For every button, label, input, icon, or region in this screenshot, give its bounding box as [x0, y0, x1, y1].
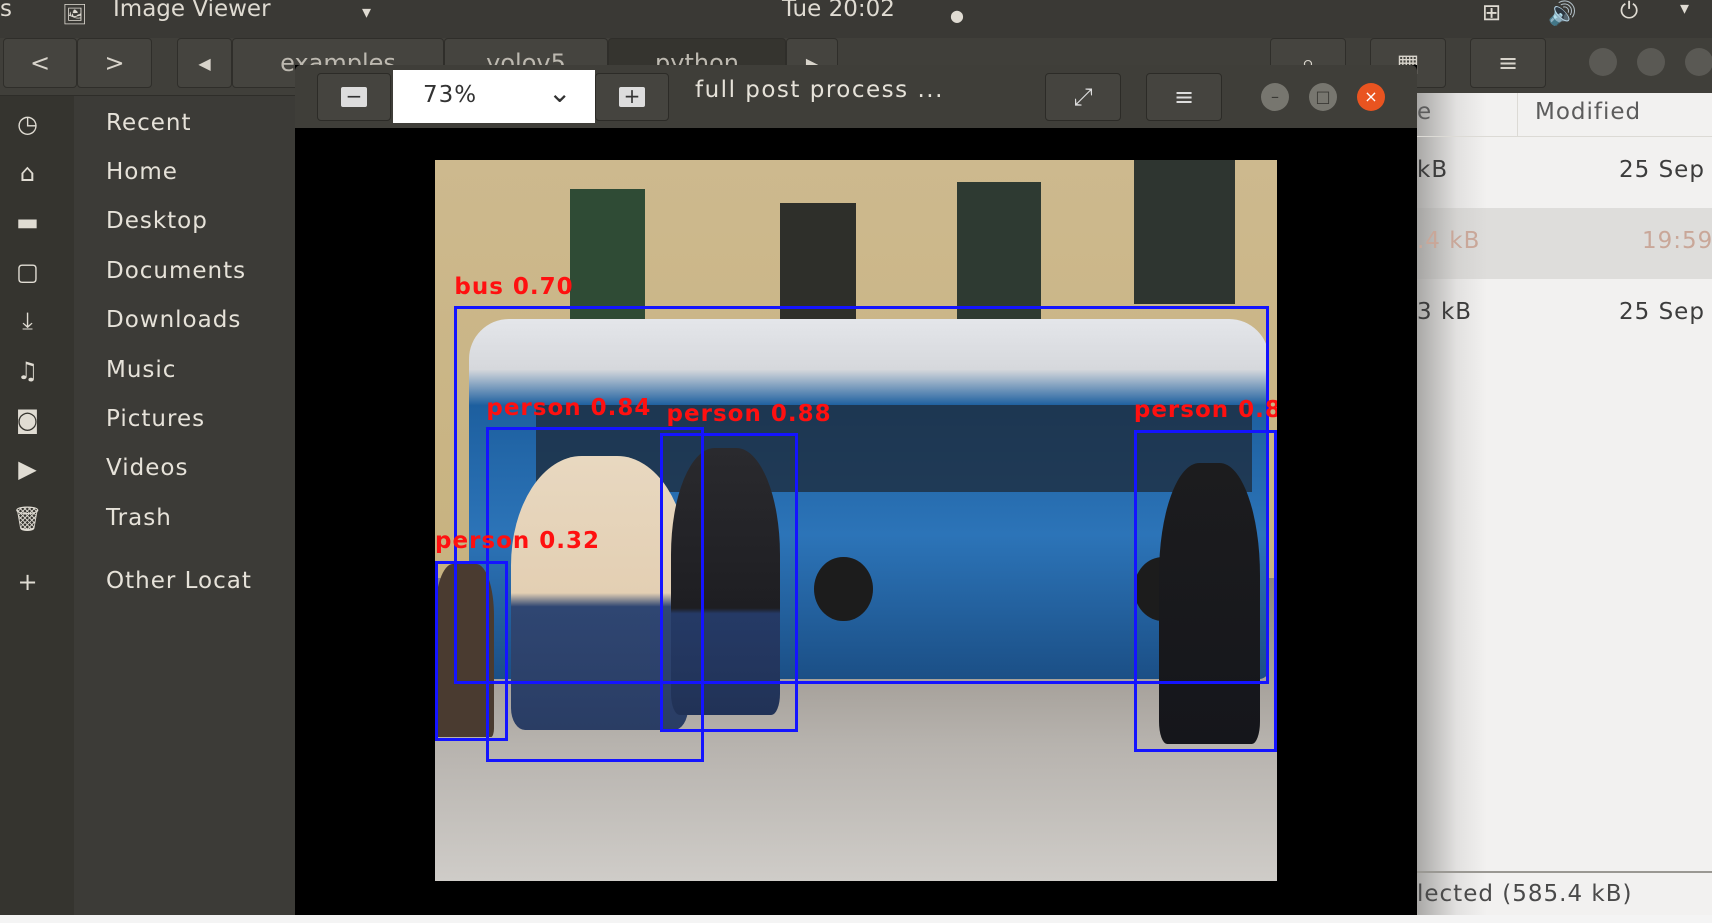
detection-label-person: person 0.86	[1133, 397, 1277, 424]
hamburger-icon: ≡	[1173, 83, 1195, 111]
app-menu[interactable]: Image Viewer	[113, 0, 271, 22]
window	[1133, 160, 1235, 305]
plus-icon: +	[17, 568, 39, 596]
zoom-in-button[interactable]: +	[595, 73, 669, 121]
forward-button[interactable]: >	[77, 38, 152, 88]
sidebar-item-label: Home	[106, 159, 178, 185]
video-icon: ▶	[18, 455, 38, 483]
power-icon[interactable]: ⏻	[1620, 0, 1638, 24]
activities-button[interactable]: s	[0, 0, 12, 22]
chevron-down-icon[interactable]: ⌄	[548, 76, 572, 109]
back-button[interactable]: <	[3, 38, 77, 88]
image-viewer-window: − 73% ⌄ + full post process ... ⤢ ≡ – □ …	[295, 65, 1417, 915]
sidebar-item-label: Music	[106, 357, 177, 383]
minimize-button[interactable]	[1589, 48, 1617, 76]
minus-icon: −	[341, 86, 367, 107]
chevron-left-icon: <	[29, 49, 51, 77]
places-sidebar: ◷ Recent ⌂ Home ▬ Desktop ▢ Documents ⤓ Downl…	[0, 96, 295, 915]
close-button[interactable]: ×	[1357, 83, 1385, 111]
file-list: e Modified kB 25 Sep .4 kB 19:59 3 kB 25 Se…	[1417, 93, 1712, 915]
trash-icon: 🗑	[12, 505, 44, 533]
file-modified: 25 Sep	[1619, 157, 1705, 183]
window-title: full post process ...	[695, 77, 944, 103]
sidebar-item-label: Desktop	[106, 208, 208, 234]
sidebar-item-other-locations[interactable]: + Other Locat	[0, 562, 295, 606]
bottom-strip	[0, 915, 1712, 923]
sidebar-item-label: Recent	[106, 110, 192, 136]
bounding-box-person	[1133, 429, 1277, 752]
detection-label-person: person 0.84	[486, 395, 652, 422]
music-icon: ♫	[16, 357, 40, 385]
home-icon: ⌂	[19, 159, 37, 187]
fullscreen-button[interactable]: ⤢	[1045, 73, 1121, 121]
selection-status: lected (585.4 kB)	[1417, 881, 1633, 907]
zoom-value: 73%	[423, 82, 478, 108]
column-size[interactable]: e	[1417, 99, 1432, 125]
path-scroll-left-button[interactable]: ◀	[177, 38, 232, 88]
detection-image: bus 0.70 person 0.84 person 0.88 person …	[435, 160, 1277, 881]
zoom-out-button[interactable]: −	[317, 73, 391, 121]
viewer-header-bar: − 73% ⌄ + full post process ... ⤢ ≡ – □ …	[295, 65, 1417, 128]
plus-icon: +	[619, 86, 645, 107]
sidebar-item-downloads[interactable]: ⤓ Downloads	[0, 301, 295, 345]
detection-label-person: person 0.32	[435, 528, 601, 555]
document-icon: ▢	[16, 258, 40, 286]
zoom-level-select[interactable]: 73% ⌄	[393, 70, 595, 123]
file-modified: 25 Sep	[1619, 299, 1705, 325]
sidebar-item-desktop[interactable]: ▬ Desktop	[0, 202, 295, 246]
bounding-box-person	[659, 433, 798, 733]
file-size: .4 kB	[1417, 228, 1481, 254]
sidebar-item-label: Documents	[106, 258, 247, 284]
top-bar: s 🖼 Image Viewer ▾ Tue 20:02 ● ⊞ 🔊 ⏻ ▾	[0, 0, 1712, 38]
chevron-right-icon: >	[104, 49, 125, 77]
sidebar-item-videos[interactable]: ▶ Videos	[0, 449, 295, 493]
file-modified: 19:59	[1642, 228, 1712, 254]
column-modified[interactable]: Modified	[1535, 99, 1641, 125]
maximize-button[interactable]: □	[1309, 83, 1337, 111]
sidebar-item-music[interactable]: ♫ Music	[0, 351, 295, 395]
file-row-selected[interactable]: .4 kB 19:59	[1417, 208, 1712, 279]
system-menu-arrow-icon[interactable]: ▾	[1680, 0, 1689, 19]
sidebar-item-home[interactable]: ⌂ Home	[0, 153, 295, 197]
file-size: 3 kB	[1417, 299, 1473, 325]
sidebar-item-label: Trash	[106, 505, 172, 531]
file-row[interactable]: 3 kB 25 Sep	[1417, 279, 1712, 350]
network-icon[interactable]: ⊞	[1482, 0, 1501, 26]
expand-icon: ⤢	[1073, 83, 1093, 111]
app-menu-arrow-icon: ▾	[362, 2, 372, 23]
menu-button[interactable]: ≡	[1470, 38, 1546, 88]
sidebar-item-documents[interactable]: ▢ Documents	[0, 252, 295, 296]
clock-icon: ◷	[17, 110, 39, 138]
detection-label-person: person 0.88	[666, 400, 832, 427]
column-headers: e Modified	[1417, 93, 1712, 137]
sidebar-item-label: Videos	[106, 455, 189, 481]
camera-icon: ◙	[15, 406, 41, 434]
file-size: kB	[1417, 157, 1449, 183]
image-viewer-app-icon: 🖼	[62, 2, 88, 26]
maximize-button[interactable]	[1637, 48, 1665, 76]
folder-icon: ▬	[16, 208, 40, 236]
minimize-button[interactable]: –	[1261, 83, 1289, 111]
sidebar-item-label: Downloads	[106, 307, 242, 333]
status-bar: lected (585.4 kB)	[1417, 871, 1712, 915]
hamburger-icon: ≡	[1497, 49, 1519, 77]
download-icon: ⤓	[22, 307, 34, 335]
sidebar-item-recent[interactable]: ◷ Recent	[0, 104, 295, 148]
sidebar-item-pictures[interactable]: ◙ Pictures	[0, 400, 295, 444]
column-divider	[1517, 93, 1518, 137]
notification-dot-icon: ●	[950, 6, 964, 25]
bounding-box-person	[435, 560, 509, 742]
viewer-menu-button[interactable]: ≡	[1146, 73, 1222, 121]
triangle-left-icon: ◀	[198, 53, 211, 73]
sidebar-item-label: Pictures	[106, 406, 206, 432]
sidebar-item-trash[interactable]: 🗑 Trash	[0, 499, 295, 543]
close-button[interactable]	[1685, 48, 1712, 76]
detection-label-bus: bus 0.70	[454, 273, 574, 300]
file-row[interactable]: kB 25 Sep	[1417, 137, 1712, 208]
volume-icon[interactable]: 🔊	[1548, 0, 1577, 27]
clock[interactable]: Tue 20:02	[782, 0, 895, 22]
sidebar-item-label: Other Locat	[106, 568, 252, 594]
